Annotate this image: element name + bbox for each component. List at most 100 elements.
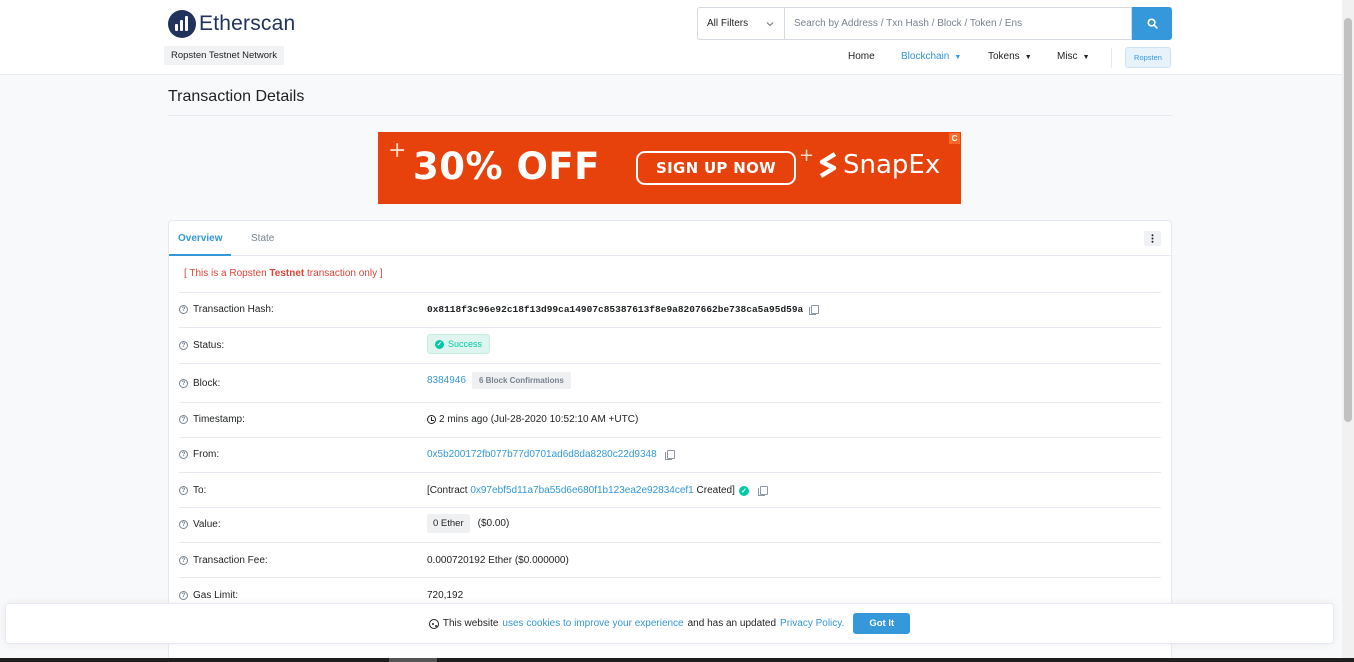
nav-blockchain[interactable]: Blockchain ▼ <box>901 51 961 62</box>
value-timestamp: 2 mins ago (Jul-28-2020 10:52:10 AM +UTC… <box>427 414 638 425</box>
value-transaction-hash: 0x8118f3c96e92c18f13d99ca14907c85387613f… <box>427 304 820 315</box>
row-status: ? Status: ✓ Success <box>179 327 1161 363</box>
question-icon[interactable]: ? <box>179 341 188 350</box>
cookie-icon <box>428 618 439 629</box>
value-transaction-fee: 0.000720192 Ether ($0.000000) <box>427 555 569 566</box>
question-icon[interactable]: ? <box>179 520 188 529</box>
tx-hash-text[interactable]: 0x8118f3c96e92c18f13d99ca14907c85387613f… <box>427 304 803 315</box>
nav-blockchain-label: Blockchain <box>901 51 950 62</box>
copy-icon[interactable] <box>757 486 768 496</box>
site-header: Etherscan Ropsten Testnet Network All Fi… <box>0 0 1342 75</box>
timestamp-text: 2 mins ago (Jul-28-2020 10:52:10 AM +UTC… <box>439 414 639 425</box>
privacy-policy-link[interactable]: Privacy Policy. <box>780 618 844 629</box>
network-switch-button[interactable]: Ropsten <box>1125 47 1171 68</box>
scrollbar-thumb[interactable] <box>1344 18 1352 422</box>
testnet-notice: [ This is a Ropsten Testnet transaction … <box>184 268 383 279</box>
label-text: Transaction Hash: <box>193 304 274 315</box>
to-suffix: Created] <box>693 485 735 496</box>
nav-tokens[interactable]: Tokens ▼ <box>988 51 1032 62</box>
question-icon[interactable]: ? <box>179 591 188 600</box>
label-value: ? Value: <box>179 519 221 530</box>
value-block: 8384946 6 Block Confirmations <box>427 372 571 389</box>
usd-value: ($0.00) <box>477 518 510 529</box>
cookie-text-1: This website <box>442 618 499 629</box>
label-text: Value: <box>193 519 221 530</box>
more-options-button[interactable] <box>1144 231 1161 246</box>
label-text: From: <box>193 449 220 460</box>
value-status: ✓ Success <box>427 334 491 354</box>
tab-overview[interactable]: Overview <box>169 221 232 256</box>
question-icon[interactable]: ? <box>179 379 188 388</box>
notice-bold: Testnet <box>269 268 305 279</box>
label-text: Transaction Fee: <box>193 555 268 566</box>
from-address-link[interactable]: 0x5b200172fb077b77d0701ad6d8da8280c22d93… <box>427 449 657 460</box>
page-scrollbar[interactable] <box>1342 0 1354 662</box>
label-block: ? Block: <box>179 378 220 389</box>
tab-bar: Overview State <box>169 221 1171 256</box>
chevron-down-icon <box>766 21 774 26</box>
nav-divider <box>1111 48 1112 68</box>
etherscan-logo[interactable]: Etherscan <box>168 10 295 38</box>
ad-banner[interactable]: + 30% OFF SIGN UP NOW + SnapEx C <box>378 132 961 204</box>
nav-home[interactable]: Home <box>848 51 875 62</box>
contract-address-link[interactable]: 0x97ebf5d11a7ba55d6e680f1b123ea2e92834ce… <box>470 485 693 496</box>
tab-state[interactable]: State <box>242 221 283 256</box>
row-block: ? Block: 8384946 6 Block Confirmations <box>179 363 1161 402</box>
cookie-text-2: and has an updated <box>687 618 777 629</box>
label-to: ? To: <box>179 485 206 496</box>
cookie-policy-link[interactable]: uses cookies to improve your experience <box>502 618 683 629</box>
plus-icon: + <box>388 138 407 163</box>
ad-offer-text: 30% OFF <box>413 145 600 188</box>
label-timestamp: ? Timestamp: <box>179 414 245 425</box>
search-button[interactable] <box>1132 7 1172 40</box>
question-icon[interactable]: ? <box>179 415 188 424</box>
label-text: Gas Limit: <box>193 590 239 601</box>
question-icon[interactable]: ? <box>179 450 188 459</box>
nav-tokens-label: Tokens <box>988 51 1020 62</box>
block-number-link[interactable]: 8384946 <box>427 375 466 386</box>
row-from: ? From: 0x5b200172fb077b77d0701ad6d8da828… <box>179 437 1161 472</box>
to-prefix: [Contract <box>427 485 471 496</box>
notice-prefix: [ This is a Ropsten <box>184 268 270 279</box>
row-transaction-hash: ? Transaction Hash: 0x8118f3c96e92c18f13d… <box>179 292 1161 327</box>
cookie-consent-bar: This website uses cookies to improve you… <box>5 603 1334 644</box>
value-gas-limit: 720,192 <box>427 590 464 601</box>
value-value: 0 Ether ($0.00) <box>427 514 509 533</box>
os-taskbar <box>0 658 1354 662</box>
nav-misc-label: Misc <box>1057 51 1078 62</box>
transaction-card: Overview State [ This is a Ropsten Testn… <box>168 220 1172 662</box>
vertical-dots-icon <box>1151 234 1154 243</box>
ad-signup-button[interactable]: SIGN UP NOW <box>636 151 796 185</box>
ether-amount-badge: 0 Ether <box>427 514 470 533</box>
clock-icon <box>427 415 436 424</box>
verified-check-icon: ✓ <box>738 485 749 496</box>
value-to: [Contract 0x97ebf5d11a7ba55d6e680f1b123e… <box>427 485 768 496</box>
chevron-down-icon: ▼ <box>954 54 962 61</box>
page-title: Transaction Details <box>168 88 305 105</box>
search-filter-select[interactable]: All Filters <box>697 7 784 40</box>
ad-brand: SnapEx <box>817 150 940 180</box>
label-from: ? From: <box>179 449 219 460</box>
copy-icon[interactable] <box>809 305 820 315</box>
chevron-down-icon: ▼ <box>1082 54 1090 61</box>
label-text: Status: <box>193 340 225 351</box>
ad-choices-icon[interactable]: C <box>949 133 960 144</box>
search-input[interactable] <box>784 7 1132 40</box>
search-filter-label: All Filters <box>707 18 749 29</box>
snapex-logo-icon <box>819 152 837 178</box>
taskbar-active-app[interactable] <box>389 658 437 662</box>
got-it-button[interactable]: Got It <box>853 613 911 634</box>
label-text: Block: <box>193 378 221 389</box>
copy-icon[interactable] <box>664 450 675 460</box>
check-circle-icon: ✓ <box>435 339 444 349</box>
search-bar: All Filters <box>697 7 1172 40</box>
nav-misc[interactable]: Misc ▼ <box>1057 51 1090 62</box>
chevron-down-icon: ▼ <box>1024 54 1032 61</box>
row-value: ? Value: 0 Ether ($0.00) <box>179 507 1161 542</box>
question-icon[interactable]: ? <box>179 556 188 565</box>
search-icon <box>1146 18 1158 29</box>
label-gas-limit: ? Gas Limit: <box>179 590 238 601</box>
question-icon[interactable]: ? <box>179 305 188 314</box>
question-icon[interactable]: ? <box>179 486 188 495</box>
row-timestamp: ? Timestamp: 2 mins ago (Jul-28-2020 10:5… <box>179 402 1161 437</box>
